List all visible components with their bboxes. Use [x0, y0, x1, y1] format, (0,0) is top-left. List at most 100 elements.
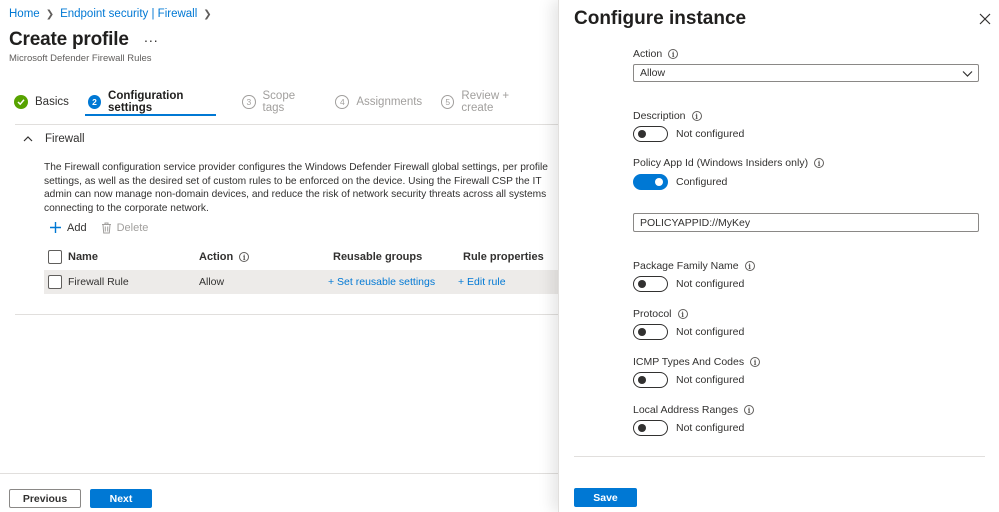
column-name[interactable]: Name — [68, 247, 98, 267]
step-label: Basics — [35, 96, 69, 108]
info-icon[interactable]: i — [814, 158, 825, 168]
close-icon[interactable] — [978, 12, 992, 26]
local-address-ranges-toggle-row: Not configured — [633, 420, 744, 436]
policy-app-id-label-text: Policy App Id (Windows Insiders only) — [633, 157, 809, 169]
local-address-ranges-toggle[interactable] — [633, 420, 668, 436]
main-content: Home ❯ Endpoint security | Firewall ❯ Cr… — [0, 0, 558, 512]
policy-app-id-toggle-row: Configured — [633, 174, 727, 190]
chevron-up-icon — [23, 136, 33, 142]
step-label: Configuration settings — [108, 90, 184, 114]
step-label: Review + create — [461, 90, 510, 114]
info-icon[interactable]: i — [691, 111, 702, 121]
select-all-checkbox[interactable] — [48, 247, 62, 267]
protocol-label-text: Protocol — [633, 308, 672, 320]
column-action-label: Action — [199, 251, 234, 263]
step-number: 5 — [441, 95, 455, 109]
step-number: 3 — [242, 95, 256, 109]
step-label: Assignments — [356, 96, 423, 108]
action-label: Action i — [633, 48, 679, 60]
step-review-create[interactable]: 5 Review + create — [441, 90, 539, 114]
package-family-name-toggle-row: Not configured — [633, 276, 744, 292]
row-action: Allow — [199, 276, 225, 288]
divider — [15, 314, 558, 315]
divider — [15, 124, 558, 125]
save-button[interactable]: Save — [574, 488, 637, 507]
checkmark-icon — [14, 95, 28, 109]
edit-rule-link[interactable]: + Edit rule — [458, 270, 506, 294]
more-options-button[interactable]: ... — [144, 29, 159, 45]
policy-app-id-toggle-state: Configured — [676, 176, 728, 188]
add-button[interactable]: Add — [49, 221, 87, 234]
description-label-text: Description — [633, 110, 686, 122]
column-rule-properties[interactable]: Rule properties — [463, 247, 544, 267]
page-subtitle: Microsoft Defender Firewall Rules — [9, 53, 152, 64]
active-step-indicator — [85, 114, 216, 116]
wizard-steps: Basics 2 Configuration settings 3 Scope … — [14, 90, 558, 114]
policy-app-id-label: Policy App Id (Windows Insiders only) i — [633, 157, 825, 169]
protocol-label: Protocol i — [633, 308, 688, 320]
column-action[interactable]: Action i — [199, 247, 250, 267]
policy-app-id-input[interactable]: POLICYAPPID://MyKey — [633, 213, 979, 232]
row-checkbox[interactable] — [48, 270, 62, 294]
step-configuration-settings[interactable]: 2 Configuration settings — [87, 90, 223, 114]
page-title: Create profile — [9, 29, 129, 50]
breadcrumb-firewall-link[interactable]: Endpoint security | Firewall — [60, 8, 197, 20]
step-label: Scope tags — [262, 90, 296, 114]
panel-title: Configure instance — [574, 8, 747, 29]
configure-instance-panel: Configure instance Action i Allow Descri… — [558, 0, 999, 512]
chevron-right-icon: ❯ — [203, 8, 212, 20]
firewall-section-toggle[interactable]: Firewall — [23, 133, 85, 145]
description-toggle-state: Not configured — [676, 128, 745, 140]
step-basics[interactable]: Basics — [14, 95, 69, 109]
wizard-footer: Previous Next — [0, 473, 558, 512]
divider — [574, 456, 985, 457]
step-number: 4 — [335, 95, 350, 109]
section-description: The Firewall configuration service provi… — [44, 162, 548, 214]
description-label: Description i — [633, 110, 702, 122]
description-toggle[interactable] — [633, 126, 668, 142]
icmp-types-toggle[interactable] — [633, 372, 668, 388]
next-button[interactable]: Next — [90, 489, 152, 508]
row-name: Firewall Rule — [68, 276, 129, 288]
package-family-name-toggle-state: Not configured — [676, 278, 745, 290]
action-dropdown-value: Allow — [640, 67, 666, 79]
local-address-ranges-label-text: Local Address Ranges — [633, 404, 739, 416]
breadcrumb: Home ❯ Endpoint security | Firewall ❯ — [9, 8, 218, 20]
protocol-toggle-state: Not configured — [676, 326, 745, 338]
breadcrumb-home-link[interactable]: Home — [9, 8, 40, 20]
package-family-name-toggle[interactable] — [633, 276, 668, 292]
package-family-name-label-text: Package Family Name — [633, 260, 739, 272]
info-icon[interactable]: i — [668, 49, 679, 59]
section-title: Firewall — [45, 133, 85, 145]
step-scope-tags[interactable]: 3 Scope tags — [242, 90, 316, 114]
info-icon[interactable]: i — [744, 261, 755, 271]
action-dropdown[interactable]: Allow — [633, 64, 979, 82]
protocol-toggle[interactable] — [633, 324, 668, 340]
action-label-text: Action — [633, 48, 663, 60]
local-address-ranges-label: Local Address Ranges i — [633, 404, 755, 416]
info-icon[interactable]: i — [744, 405, 755, 415]
icmp-types-toggle-row: Not configured — [633, 372, 744, 388]
trash-icon — [101, 222, 111, 233]
add-label: Add — [67, 221, 87, 234]
delete-button[interactable]: Delete — [101, 222, 148, 234]
info-icon[interactable]: i — [677, 309, 688, 319]
set-reusable-settings-link[interactable]: + Set reusable settings — [328, 270, 435, 294]
icmp-types-toggle-state: Not configured — [676, 374, 745, 386]
icmp-types-label-text: ICMP Types And Codes — [633, 356, 745, 368]
plus-icon — [50, 222, 61, 233]
description-toggle-row: Not configured — [633, 126, 744, 142]
protocol-toggle-row: Not configured — [633, 324, 744, 340]
info-icon[interactable]: i — [239, 252, 250, 262]
package-family-name-label: Package Family Name i — [633, 260, 755, 272]
chevron-right-icon: ❯ — [45, 8, 55, 20]
policy-app-id-toggle[interactable] — [633, 174, 668, 190]
column-reusable-groups[interactable]: Reusable groups — [333, 247, 422, 267]
table-row[interactable]: Firewall Rule Allow + Set reusable setti… — [44, 270, 558, 294]
previous-button[interactable]: Previous — [9, 489, 81, 508]
local-address-ranges-toggle-state: Not configured — [676, 422, 745, 434]
step-number: 2 — [87, 95, 102, 109]
info-icon[interactable]: i — [750, 357, 761, 367]
step-assignments[interactable]: 4 Assignments — [335, 95, 422, 109]
table-header: Name Action i Reusable groups Rule prope… — [44, 247, 558, 267]
